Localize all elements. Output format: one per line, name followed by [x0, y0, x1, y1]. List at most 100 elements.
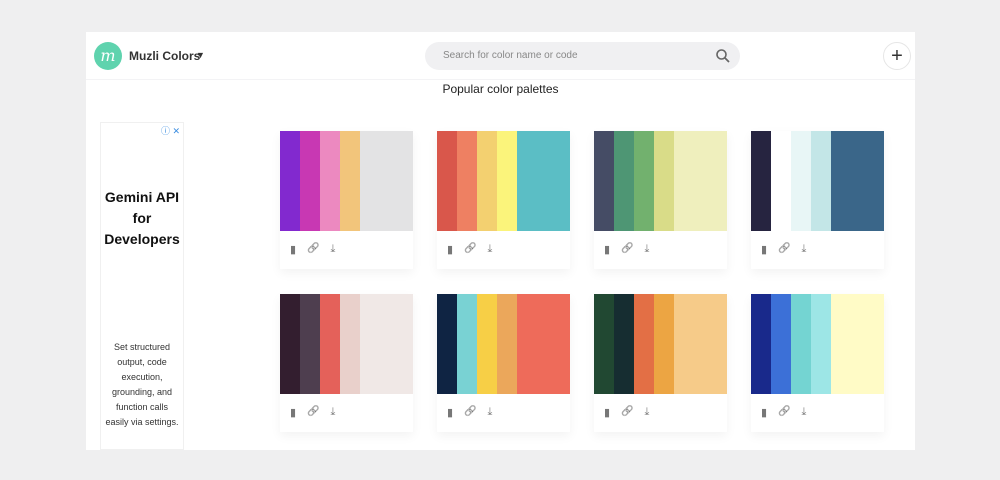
color-swatch[interactable]: [831, 131, 884, 231]
palette-swatches: [751, 131, 884, 231]
color-swatch[interactable]: [614, 131, 634, 231]
color-swatch[interactable]: [300, 294, 320, 394]
color-swatch[interactable]: [437, 131, 457, 231]
color-swatch[interactable]: [811, 131, 831, 231]
palette-card[interactable]: ▮ 🔗 ⤓: [280, 294, 413, 432]
color-swatch[interactable]: [654, 131, 674, 231]
palette-actions: ▮ 🔗 ⤓: [594, 394, 727, 419]
brand-menu[interactable]: Muzli Colors: [129, 49, 200, 63]
caret-down-icon[interactable]: ▼: [196, 50, 205, 60]
color-swatch[interactable]: [320, 294, 340, 394]
muzli-logo[interactable]: m: [94, 42, 122, 70]
color-swatch[interactable]: [300, 131, 320, 231]
palette-card[interactable]: ▮ 🔗 ⤓: [751, 131, 884, 269]
link-icon[interactable]: 🔗: [778, 406, 790, 419]
color-swatch[interactable]: [340, 294, 360, 394]
palette-card[interactable]: ▮ 🔗 ⤓: [437, 294, 570, 432]
color-swatch[interactable]: [437, 294, 457, 394]
search-icon[interactable]: [715, 48, 731, 64]
palette-swatches: [437, 294, 570, 394]
search-placeholder: Search for color name or code: [443, 50, 578, 61]
color-swatch[interactable]: [634, 294, 654, 394]
color-swatch[interactable]: [517, 294, 570, 394]
color-swatch[interactable]: [594, 131, 614, 231]
link-icon[interactable]: 🔗: [307, 406, 319, 419]
link-icon[interactable]: 🔗: [621, 406, 633, 419]
bookmark-icon[interactable]: ▮: [604, 243, 610, 256]
palette-card[interactable]: ▮ 🔗 ⤓: [437, 131, 570, 269]
color-swatch[interactable]: [320, 131, 340, 231]
search-input[interactable]: Search for color name or code: [425, 42, 740, 70]
link-icon[interactable]: 🔗: [464, 406, 476, 419]
color-swatch[interactable]: [811, 294, 831, 394]
download-icon[interactable]: ⤓: [802, 243, 807, 256]
ad-close-icon[interactable]: ⓘ ✕: [161, 124, 180, 137]
palette-actions: ▮ 🔗 ⤓: [594, 231, 727, 256]
ad-panel[interactable]: ⓘ ✕ Gemini API for Developers Set struct…: [100, 122, 184, 450]
palette-card[interactable]: ▮ 🔗 ⤓: [594, 131, 727, 269]
color-swatch[interactable]: [477, 294, 497, 394]
color-swatch[interactable]: [771, 131, 791, 231]
color-swatch[interactable]: [360, 131, 413, 231]
palette-actions: ▮ 🔗 ⤓: [751, 231, 884, 256]
bookmark-icon[interactable]: ▮: [604, 406, 610, 419]
palette-card[interactable]: ▮ 🔗 ⤓: [280, 131, 413, 269]
color-swatch[interactable]: [594, 294, 614, 394]
color-swatch[interactable]: [517, 131, 570, 231]
download-icon[interactable]: ⤓: [645, 406, 650, 419]
color-swatch[interactable]: [457, 131, 477, 231]
palette-swatches: [437, 131, 570, 231]
link-icon[interactable]: 🔗: [778, 243, 790, 256]
header: m Muzli Colors ▼ Search for color name o…: [86, 32, 915, 80]
bookmark-icon[interactable]: ▮: [761, 406, 767, 419]
color-swatch[interactable]: [280, 131, 300, 231]
link-icon[interactable]: 🔗: [307, 243, 319, 256]
bookmark-icon[interactable]: ▮: [761, 243, 767, 256]
app-window: m Muzli Colors ▼ Search for color name o…: [86, 32, 915, 450]
color-swatch[interactable]: [791, 131, 811, 231]
download-icon[interactable]: ⤓: [331, 243, 336, 256]
palette-swatches: [280, 131, 413, 231]
download-icon[interactable]: ⤓: [802, 406, 807, 419]
bookmark-icon[interactable]: ▮: [290, 243, 296, 256]
palette-actions: ▮ 🔗 ⤓: [437, 394, 570, 419]
color-swatch[interactable]: [674, 131, 727, 231]
color-swatch[interactable]: [654, 294, 674, 394]
ad-body: Set structured output, code execution, g…: [105, 342, 179, 427]
ad-headline[interactable]: Gemini API for Developers: [101, 187, 183, 250]
download-icon[interactable]: ⤓: [645, 243, 650, 256]
color-swatch[interactable]: [280, 294, 300, 394]
color-swatch[interactable]: [497, 131, 517, 231]
color-swatch[interactable]: [751, 294, 771, 394]
palette-card[interactable]: ▮ 🔗 ⤓: [751, 294, 884, 432]
link-icon[interactable]: 🔗: [621, 243, 633, 256]
download-icon[interactable]: ⤓: [488, 243, 493, 256]
palette-swatches: [594, 294, 727, 394]
download-icon[interactable]: ⤓: [488, 406, 493, 419]
bookmark-icon[interactable]: ▮: [290, 406, 296, 419]
color-swatch[interactable]: [674, 294, 727, 394]
bookmark-icon[interactable]: ▮: [447, 243, 453, 256]
color-swatch[interactable]: [340, 131, 360, 231]
palette-swatches: [594, 131, 727, 231]
color-swatch[interactable]: [457, 294, 477, 394]
bookmark-icon[interactable]: ▮: [447, 406, 453, 419]
link-icon[interactable]: 🔗: [464, 243, 476, 256]
download-icon[interactable]: ⤓: [331, 406, 336, 419]
page-title: Popular color palettes: [442, 82, 559, 96]
add-button[interactable]: +: [883, 42, 911, 70]
palette-actions: ▮ 🔗 ⤓: [280, 231, 413, 256]
color-swatch[interactable]: [614, 294, 634, 394]
color-swatch[interactable]: [751, 131, 771, 231]
palette-swatches: [751, 294, 884, 394]
color-swatch[interactable]: [477, 131, 497, 231]
color-swatch[interactable]: [634, 131, 654, 231]
palette-card[interactable]: ▮ 🔗 ⤓: [594, 294, 727, 432]
color-swatch[interactable]: [497, 294, 517, 394]
color-swatch[interactable]: [360, 294, 413, 394]
color-swatch[interactable]: [831, 294, 884, 394]
palette-actions: ▮ 🔗 ⤓: [751, 394, 884, 419]
color-swatch[interactable]: [791, 294, 811, 394]
palette-actions: ▮ 🔗 ⤓: [437, 231, 570, 256]
color-swatch[interactable]: [771, 294, 791, 394]
